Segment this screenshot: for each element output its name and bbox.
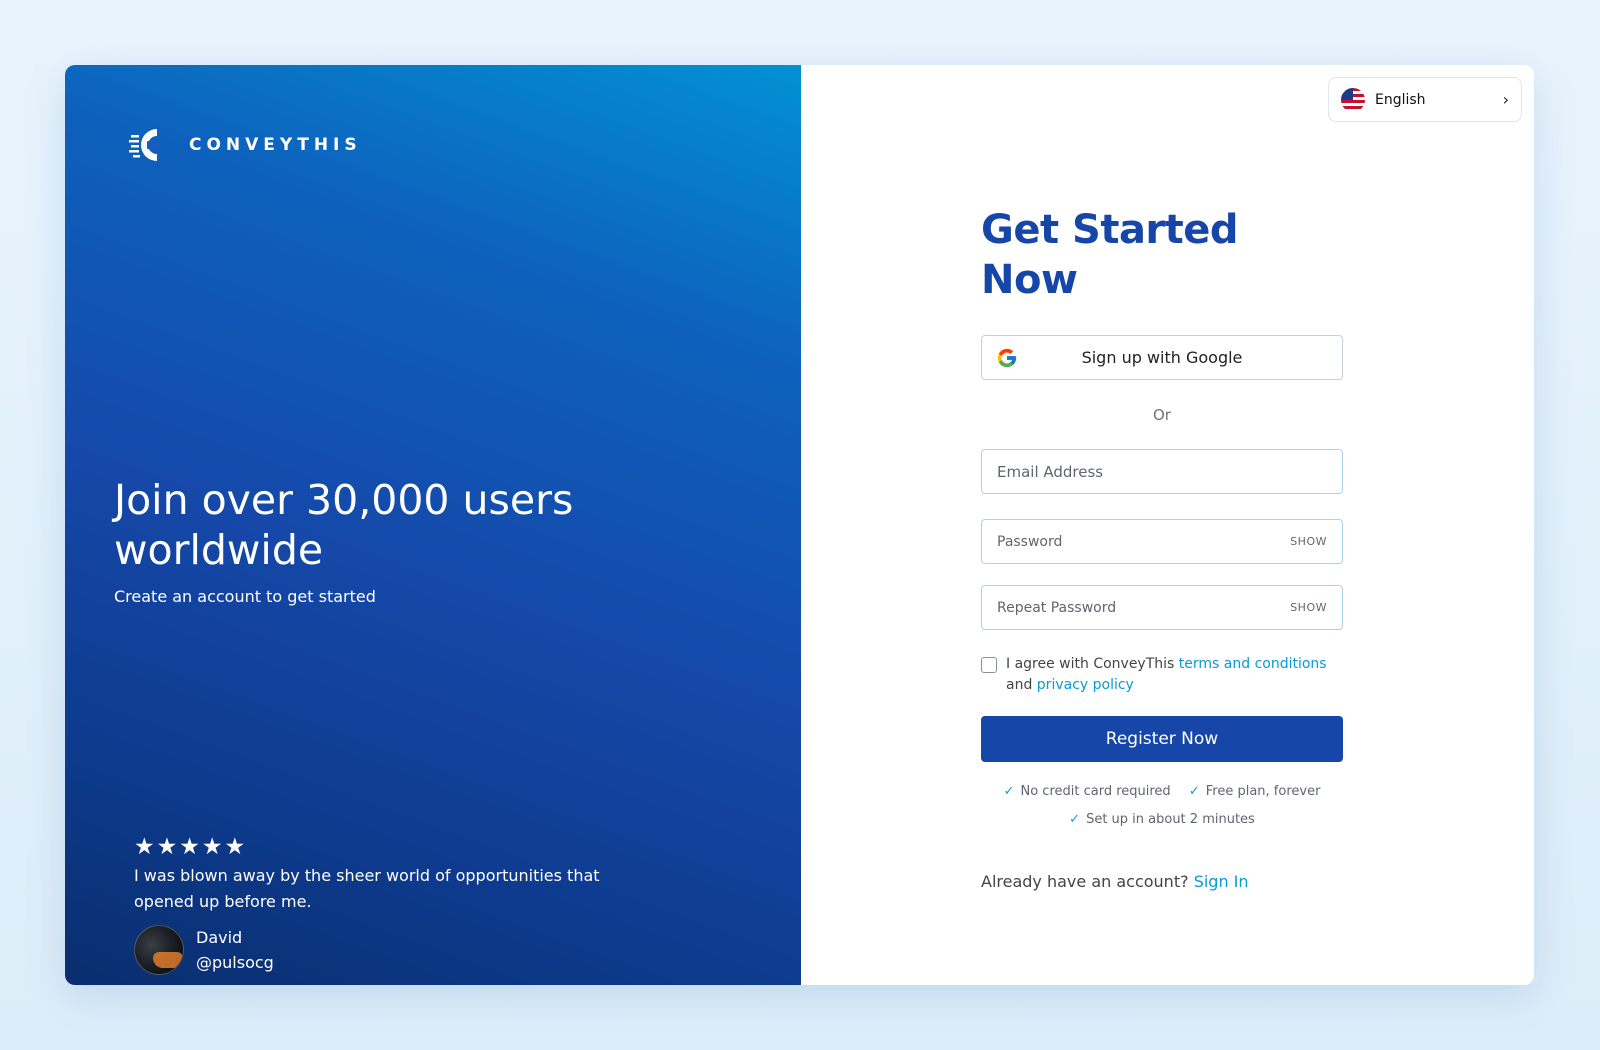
terms-text: I agree with ConveyThis terms and condit…: [1006, 654, 1327, 696]
page-title: Get Started Now: [981, 207, 1239, 303]
star-rating: ★★★★★: [134, 834, 248, 860]
privacy-link[interactable]: privacy policy: [1037, 677, 1134, 693]
perk-item: ✓ Free plan, forever: [1189, 778, 1321, 806]
perk-item: ✓ No credit card required: [1004, 778, 1171, 806]
show-password-toggle[interactable]: SHOW: [1290, 535, 1327, 548]
terms-checkbox[interactable]: [981, 657, 997, 673]
perk-item: ✓ Set up in about 2 minutes: [1069, 806, 1255, 834]
author-handle: @pulsocg: [196, 953, 274, 972]
hero-subtitle: Create an account to get started: [114, 587, 376, 606]
perk-label: Free plan, forever: [1205, 784, 1321, 799]
signup-form: Get Started Now Sign up with Google Or S…: [981, 205, 1343, 891]
avatar: [134, 925, 184, 975]
signin-prompt: Already have an account? Sign In: [981, 872, 1343, 891]
show-repeat-password-toggle[interactable]: SHOW: [1290, 601, 1327, 614]
check-icon: ✓: [1188, 784, 1200, 799]
repeat-password-input[interactable]: [997, 599, 1291, 616]
chevron-right-icon: ›: [1502, 90, 1509, 109]
brand-logo[interactable]: CONVEYTHIS: [129, 125, 362, 165]
perk-label: Set up in about 2 minutes: [1086, 812, 1255, 827]
google-signup-button[interactable]: Sign up with Google: [981, 335, 1343, 380]
brand-name: CONVEYTHIS: [189, 135, 362, 155]
google-icon: [997, 348, 1017, 368]
check-icon: ✓: [1003, 784, 1015, 799]
form-panel: English › Get Started Now Sign up with G…: [801, 65, 1534, 985]
perk-label: No credit card required: [1020, 784, 1171, 799]
language-label: English: [1375, 91, 1426, 108]
or-divider: Or: [1153, 406, 1171, 424]
hero-panel: CONVEYTHIS Join over 30,000 users worldw…: [65, 65, 801, 985]
testimonial-quote: I was blown away by the sheer world of o…: [134, 866, 600, 911]
signin-prompt-text: Already have an account?: [981, 872, 1189, 891]
signin-link[interactable]: Sign In: [1194, 872, 1249, 891]
register-button[interactable]: Register Now: [981, 716, 1343, 762]
language-selector[interactable]: English ›: [1328, 77, 1522, 122]
password-input[interactable]: [997, 533, 1291, 550]
repeat-password-field[interactable]: SHOW: [981, 585, 1343, 630]
password-field[interactable]: SHOW: [981, 519, 1343, 564]
terms-link[interactable]: terms and conditions: [1179, 656, 1327, 672]
email-field[interactable]: [981, 449, 1343, 494]
terms-agreement: I agree with ConveyThis terms and condit…: [981, 654, 1343, 696]
terms-prefix: I agree with ConveyThis: [1006, 656, 1175, 672]
signup-card: CONVEYTHIS Join over 30,000 users worldw…: [65, 65, 1534, 985]
us-flag-icon: [1341, 87, 1365, 112]
conveythis-logo-icon: [129, 129, 159, 161]
hero-title: Join over 30,000 users worldwide: [114, 476, 574, 574]
terms-and: and: [1006, 677, 1033, 693]
author-name: David: [196, 928, 243, 947]
google-signup-label: Sign up with Google: [1081, 348, 1243, 367]
testimonial-author: David @pulsocg: [134, 925, 614, 975]
email-input[interactable]: [997, 462, 1327, 481]
testimonial: ★★★★★ I was blown away by the sheer worl…: [134, 835, 614, 975]
perks-list: ✓ No credit card required ✓ Free plan, f…: [981, 778, 1343, 834]
check-icon: ✓: [1069, 812, 1081, 827]
